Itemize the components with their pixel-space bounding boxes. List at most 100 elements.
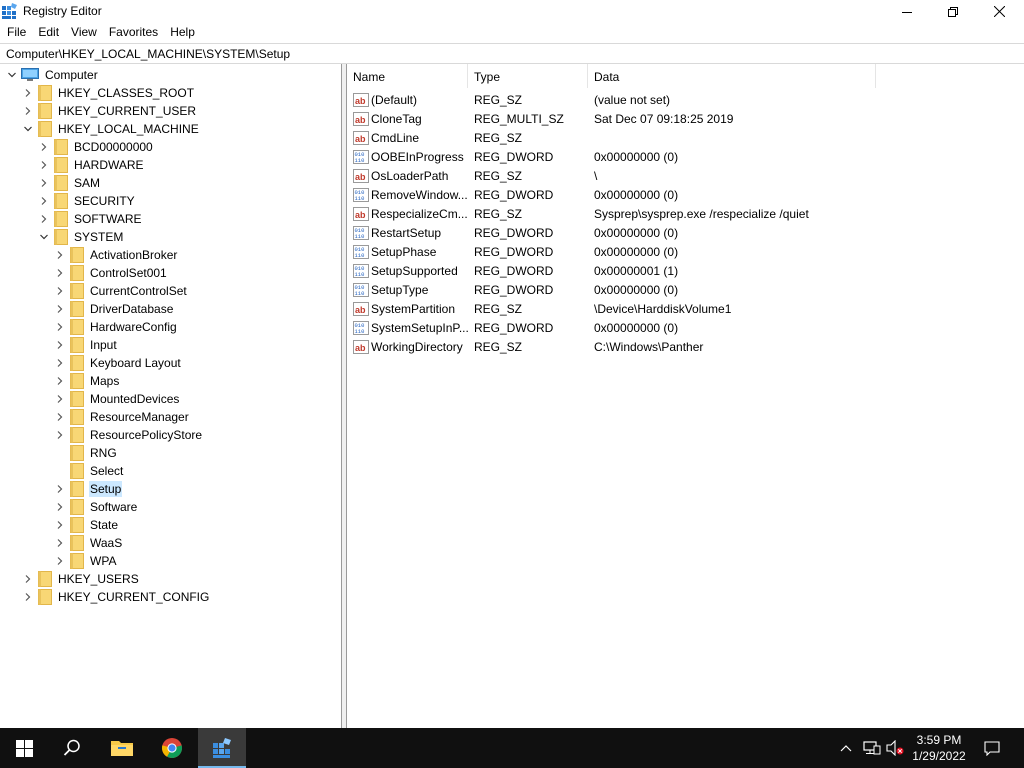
- menu-file[interactable]: File: [0, 23, 32, 42]
- tree-item[interactable]: State: [54, 516, 119, 534]
- tree-item[interactable]: WaaS: [54, 534, 123, 552]
- value-name-cell[interactable]: 010 110 OOBEInProgress: [347, 149, 468, 164]
- minimize-button[interactable]: [884, 0, 930, 23]
- tree-item-computer[interactable]: Computer: [6, 66, 99, 84]
- table-row[interactable]: 010 110 SetupSupported REG_DWORD 0x00000001 …: [347, 261, 1024, 280]
- network-button[interactable]: [860, 728, 884, 768]
- system-clock[interactable]: 3:59 PM 1/29/2022: [900, 732, 978, 764]
- tree-item[interactable]: SAM: [38, 174, 101, 192]
- address-path[interactable]: Computer\HKEY_LOCAL_MACHINE\SYSTEM\Setup: [6, 47, 290, 61]
- tree-item[interactable]: WPA: [54, 552, 117, 570]
- chevron-right-icon[interactable]: [54, 408, 66, 426]
- tree-item[interactable]: ResourcePolicyStore: [54, 426, 203, 444]
- chevron-right-icon[interactable]: [54, 354, 66, 372]
- chevron-right-icon[interactable]: [38, 138, 50, 156]
- tree-item[interactable]: HKEY_CURRENT_USER: [22, 102, 197, 120]
- chevron-down-icon[interactable]: [22, 120, 34, 138]
- value-name-cell[interactable]: 010 110 SetupPhase: [347, 244, 468, 259]
- table-row[interactable]: 010 110 RestartSetup REG_DWORD 0x00000000 (0…: [347, 223, 1024, 242]
- chevron-right-icon[interactable]: [54, 318, 66, 336]
- chevron-down-icon[interactable]: [38, 228, 50, 246]
- chevron-right-icon[interactable]: [54, 426, 66, 444]
- chevron-right-icon[interactable]: [54, 498, 66, 516]
- values-list[interactable]: Name Type Data ab (Default) REG_SZ (value n…: [346, 64, 1024, 728]
- show-hidden-icons-button[interactable]: [836, 728, 856, 768]
- value-name-cell[interactable]: ab SystemPartition: [347, 301, 468, 316]
- tree-item[interactable]: SECURITY: [38, 192, 136, 210]
- table-row[interactable]: 010 110 RemoveWindow... REG_DWORD 0x00000000…: [347, 185, 1024, 204]
- table-row[interactable]: 010 110 SystemSetupInP... REG_DWORD 0x000000…: [347, 318, 1024, 337]
- table-row[interactable]: ab OsLoaderPath REG_SZ \: [347, 166, 1024, 185]
- column-header-data[interactable]: Data: [588, 64, 876, 88]
- chevron-down-icon[interactable]: [6, 66, 18, 84]
- chevron-right-icon[interactable]: [38, 192, 50, 210]
- chevron-right-icon[interactable]: [54, 390, 66, 408]
- value-name-cell[interactable]: 010 110 RestartSetup: [347, 225, 468, 240]
- chrome-button[interactable]: [148, 728, 196, 768]
- tree-item[interactable]: Software: [54, 498, 138, 516]
- table-row[interactable]: 010 110 OOBEInProgress REG_DWORD 0x00000000 …: [347, 147, 1024, 166]
- chevron-right-icon[interactable]: [54, 480, 66, 498]
- tree-item[interactable]: CurrentControlSet: [54, 282, 188, 300]
- chevron-right-icon[interactable]: [38, 156, 50, 174]
- tree-item[interactable]: ControlSet001: [54, 264, 168, 282]
- tree-item[interactable]: Keyboard Layout: [54, 354, 182, 372]
- chevron-right-icon[interactable]: [38, 174, 50, 192]
- menu-help[interactable]: Help: [164, 23, 201, 42]
- menu-view[interactable]: View: [65, 23, 103, 42]
- table-row[interactable]: 010 110 SetupPhase REG_DWORD 0x00000000 (0): [347, 242, 1024, 261]
- value-name-cell[interactable]: ab RespecializeCm...: [347, 206, 468, 221]
- key-tree[interactable]: Computer HKEY_CLASSES_ROOT HKEY_CURRENT_U…: [0, 64, 342, 728]
- restore-button[interactable]: [930, 0, 976, 23]
- tree-item[interactable]: Select: [54, 462, 124, 480]
- tree-item[interactable]: HKEY_LOCAL_MACHINE: [22, 120, 200, 138]
- chevron-right-icon[interactable]: [22, 84, 34, 102]
- value-name-cell[interactable]: 010 110 SetupType: [347, 282, 468, 297]
- chevron-right-icon[interactable]: [54, 552, 66, 570]
- tree-item[interactable]: ActivationBroker: [54, 246, 178, 264]
- value-name-cell[interactable]: ab OsLoaderPath: [347, 168, 468, 183]
- value-name-cell[interactable]: ab WorkingDirectory: [347, 339, 468, 354]
- tree-item[interactable]: SOFTWARE: [38, 210, 143, 228]
- tree-item[interactable]: MountedDevices: [54, 390, 180, 408]
- tree-item[interactable]: Maps: [54, 372, 120, 390]
- tree-item[interactable]: HKEY_CURRENT_CONFIG: [22, 588, 210, 606]
- tree-item[interactable]: HKEY_CLASSES_ROOT: [22, 84, 195, 102]
- address-bar[interactable]: Computer\HKEY_LOCAL_MACHINE\SYSTEM\Setup: [0, 43, 1024, 64]
- value-name-cell[interactable]: ab CloneTag: [347, 111, 468, 126]
- table-row[interactable]: ab SystemPartition REG_SZ \Device\HarddiskV…: [347, 299, 1024, 318]
- chevron-right-icon[interactable]: [54, 264, 66, 282]
- column-header-type[interactable]: Type: [468, 64, 588, 88]
- table-row[interactable]: ab WorkingDirectory REG_SZ C:\Windows\Panth…: [347, 337, 1024, 356]
- file-explorer-button[interactable]: [98, 728, 146, 768]
- value-name-cell[interactable]: ab (Default): [347, 92, 468, 107]
- tree-item[interactable]: SYSTEM: [38, 228, 124, 246]
- chevron-right-icon[interactable]: [22, 570, 34, 588]
- start-button[interactable]: [0, 728, 48, 768]
- tree-item[interactable]: HardwareConfig: [54, 318, 178, 336]
- chevron-right-icon[interactable]: [54, 516, 66, 534]
- table-row[interactable]: ab CloneTag REG_MULTI_SZ Sat Dec 07 09:18:2…: [347, 109, 1024, 128]
- chevron-right-icon[interactable]: [22, 102, 34, 120]
- tree-item[interactable]: Input: [54, 336, 118, 354]
- value-name-cell[interactable]: 010 110 SetupSupported: [347, 263, 468, 278]
- tree-item[interactable]: BCD00000000: [38, 138, 154, 156]
- tree-item[interactable]: DriverDatabase: [54, 300, 174, 318]
- table-row[interactable]: ab CmdLine REG_SZ: [347, 128, 1024, 147]
- menu-favorites[interactable]: Favorites: [103, 23, 164, 42]
- value-name-cell[interactable]: 010 110 RemoveWindow...: [347, 187, 468, 202]
- search-button[interactable]: [48, 728, 96, 768]
- chevron-right-icon[interactable]: [22, 588, 34, 606]
- value-name-cell[interactable]: ab CmdLine: [347, 130, 468, 145]
- tree-item[interactable]: HARDWARE: [38, 156, 145, 174]
- value-name-cell[interactable]: 010 110 SystemSetupInP...: [347, 320, 468, 335]
- tree-item[interactable]: ResourceManager: [54, 408, 190, 426]
- chevron-right-icon[interactable]: [54, 534, 66, 552]
- chevron-right-icon[interactable]: [54, 246, 66, 264]
- table-row[interactable]: ab (Default) REG_SZ (value not set): [347, 90, 1024, 109]
- chevron-right-icon[interactable]: [38, 210, 50, 228]
- column-header-name[interactable]: Name: [347, 64, 468, 88]
- tree-item[interactable]: HKEY_USERS: [22, 570, 140, 588]
- table-row[interactable]: ab RespecializeCm... REG_SZ Sysprep\sysprep…: [347, 204, 1024, 223]
- tree-item[interactable]: Setup: [54, 480, 123, 498]
